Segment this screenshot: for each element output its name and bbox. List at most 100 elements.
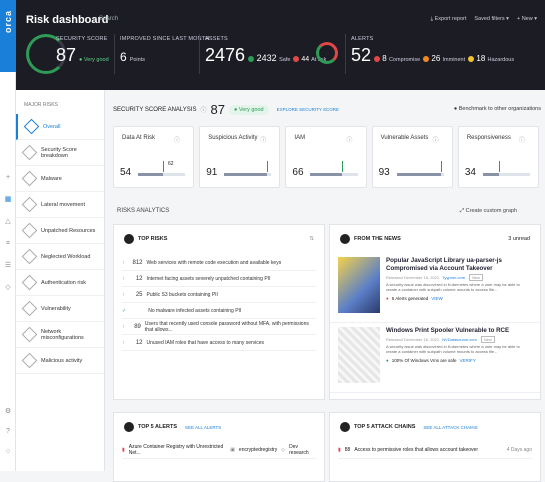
security-score: SECURITY SCORE 87● Very good (56, 36, 109, 66)
badge-icon: ● (386, 296, 389, 301)
sidebar-item-label: Overall (43, 124, 60, 130)
news-item[interactable]: Windows Print Spooler Vulnerable to RCE R… (330, 323, 540, 393)
sidebar-item-label: Authentication risk (41, 280, 86, 286)
risk-row[interactable]: ↑12Internet facing assets severely unpat… (122, 271, 316, 287)
risk-category-icon (22, 327, 38, 343)
risk-row[interactable]: ↑25Public S3 buckets containing PII (122, 287, 316, 303)
card-value: 91 (206, 167, 217, 178)
card-bar (224, 173, 271, 176)
brand-logo[interactable]: orca (0, 0, 16, 72)
improved-unit: Points (130, 57, 145, 63)
sidebar-item[interactable]: Neglected Workload (16, 244, 104, 270)
benchmark-marker (342, 161, 343, 172)
news-description: A security issue was discovered in Kuber… (386, 282, 532, 292)
explore-score-link[interactable]: EXPLORE SECURITY SCORE (277, 107, 339, 112)
inventory-icon[interactable]: ☰ (4, 262, 12, 270)
sidebar-item-label: Security Score breakdown (41, 147, 104, 159)
risk-row[interactable]: ✓No malware infected assets containing P… (122, 303, 316, 319)
new-button[interactable]: + New ▾ (517, 16, 537, 23)
user-icon[interactable]: ○ (4, 448, 12, 456)
compromise-label: Compromise (389, 57, 420, 63)
sidebar-item[interactable]: Malicious activity (16, 348, 104, 374)
plus-icon[interactable]: + (4, 174, 12, 182)
export-report-link[interactable]: ⤓ Export report (431, 16, 467, 23)
news-source-link[interactable]: Tyypron.com (442, 275, 465, 280)
news-thumbnail (338, 257, 380, 313)
info-icon[interactable]: ⓘ (174, 135, 180, 144)
card-value: 34 (465, 167, 476, 178)
news-description: A security issue was discovered in Kuber… (386, 344, 532, 354)
settings-icon[interactable]: ⚙ (4, 408, 12, 416)
risk-category-icon (22, 275, 38, 291)
sidebar-item[interactable]: Authentication risk (16, 270, 104, 296)
analysis-title: SECURITY SCORE ANALYSIS (113, 107, 196, 113)
score-status: ● Very good (79, 57, 109, 63)
card-value: 93 (379, 167, 390, 178)
badge-link[interactable]: VIEW (431, 296, 443, 301)
sidebar-item[interactable]: Vulnerability (16, 296, 104, 322)
chain-icon (340, 422, 350, 432)
hazardous-value: 18 (476, 54, 485, 63)
card-bar-fill (397, 173, 441, 176)
news-source-link[interactable]: NVDatasource.com (442, 337, 477, 342)
card-bar (138, 173, 185, 176)
alerts-value: 52 (351, 45, 371, 66)
see-all-chains-link[interactable]: SEE ALL ATTACK CHAINS (423, 425, 477, 430)
news-title[interactable]: Windows Print Spooler Vulnerable to RCE (386, 327, 532, 335)
score-card[interactable]: Data At Risk ⓘ5462 (113, 126, 194, 188)
score-card[interactable]: Responsiveness ⓘ34 (458, 126, 539, 188)
alert-severity-icon: ▮ (122, 447, 125, 453)
chain-row[interactable]: ▮88Access to permissive roles that allow… (338, 441, 532, 459)
alert-row[interactable]: ▮Azure Container Registry with Unrestric… (122, 441, 316, 459)
score-value: 87 (56, 45, 76, 66)
benchmark-link[interactable]: ● Benchmark to other organizations (454, 106, 541, 112)
sidebar-item[interactable]: Security Score breakdown (16, 140, 104, 166)
risk-count: 12 (129, 340, 143, 346)
risk-analytics-title: RISKS ANALYTICS (117, 208, 169, 214)
assets-safe-value: 2432 (257, 53, 277, 63)
risk-text: Unused IAM roles that have access to man… (147, 340, 265, 346)
see-all-alerts-link[interactable]: SEE ALL ALERTS (185, 425, 221, 430)
imminent-label: Imminent (443, 57, 466, 63)
alert-icon[interactable]: △ (4, 218, 12, 226)
news-date: Released December 16, 2021 (386, 337, 439, 342)
sidebar-item[interactable]: Malware (16, 166, 104, 192)
card-label: Suspicious Activity (208, 135, 257, 141)
risk-status-icon: ↑ (122, 340, 125, 346)
brand-text: orca (3, 10, 13, 33)
improved-value: 6 (120, 50, 127, 64)
score-card[interactable]: Suspicious Activity ⓘ 91 (199, 126, 280, 188)
search-input[interactable]: ⌕ Search (94, 16, 118, 23)
sort-icon[interactable]: ⇅ (309, 236, 314, 242)
score-card[interactable]: Vulnerable Assets ⓘ93 (372, 126, 453, 188)
graph-icon[interactable]: ⌗ (4, 240, 12, 248)
compliance-icon[interactable]: ◇ (4, 284, 12, 292)
info-icon[interactable]: ⓘ (260, 135, 266, 144)
risk-status-icon: ✓ (122, 308, 126, 314)
sidebar-item[interactable]: Lateral movement (16, 192, 104, 218)
badge-link[interactable]: VERIFY (460, 358, 476, 363)
news-item[interactable]: Popular JavaScript Library ua-parser-js … (330, 253, 540, 323)
sidebar-item-label: Vulnerability (41, 306, 71, 312)
new-label: + New (517, 16, 533, 22)
risk-row[interactable]: ↑89Users that recently used console pass… (122, 319, 316, 335)
info-icon[interactable]: ⓘ (346, 135, 352, 144)
help-icon[interactable]: ? (4, 428, 12, 436)
score-card[interactable]: IAM ⓘ66 (285, 126, 366, 188)
sidebar-item[interactable]: Overall (16, 114, 104, 140)
risk-row[interactable]: ↑ 12 Unused IAM roles that have access to … (122, 335, 316, 351)
info-icon[interactable]: ⓘ (433, 135, 439, 144)
saved-filters-dropdown[interactable]: Saved filters ▾ (474, 16, 509, 23)
sidebar-item[interactable]: Unpatched Resources (16, 218, 104, 244)
risk-row[interactable]: ↑812Web services with remote code execut… (122, 255, 316, 271)
risk-status-icon: ↑ (122, 292, 125, 298)
create-graph-link[interactable]: ⤢ Create custom graph (460, 208, 517, 215)
info-icon[interactable]: ⓘ (200, 105, 206, 114)
info-icon[interactable]: ⓘ (519, 135, 525, 144)
analysis-value: 87 (211, 102, 225, 117)
card-bar-fill (138, 173, 163, 176)
alert-env: Dev research (289, 444, 316, 456)
dashboard-icon[interactable]: ▦ (4, 196, 12, 204)
sidebar-item[interactable]: Network misconfigurations (16, 322, 104, 348)
news-title[interactable]: Popular JavaScript Library ua-parser-js … (386, 257, 532, 273)
